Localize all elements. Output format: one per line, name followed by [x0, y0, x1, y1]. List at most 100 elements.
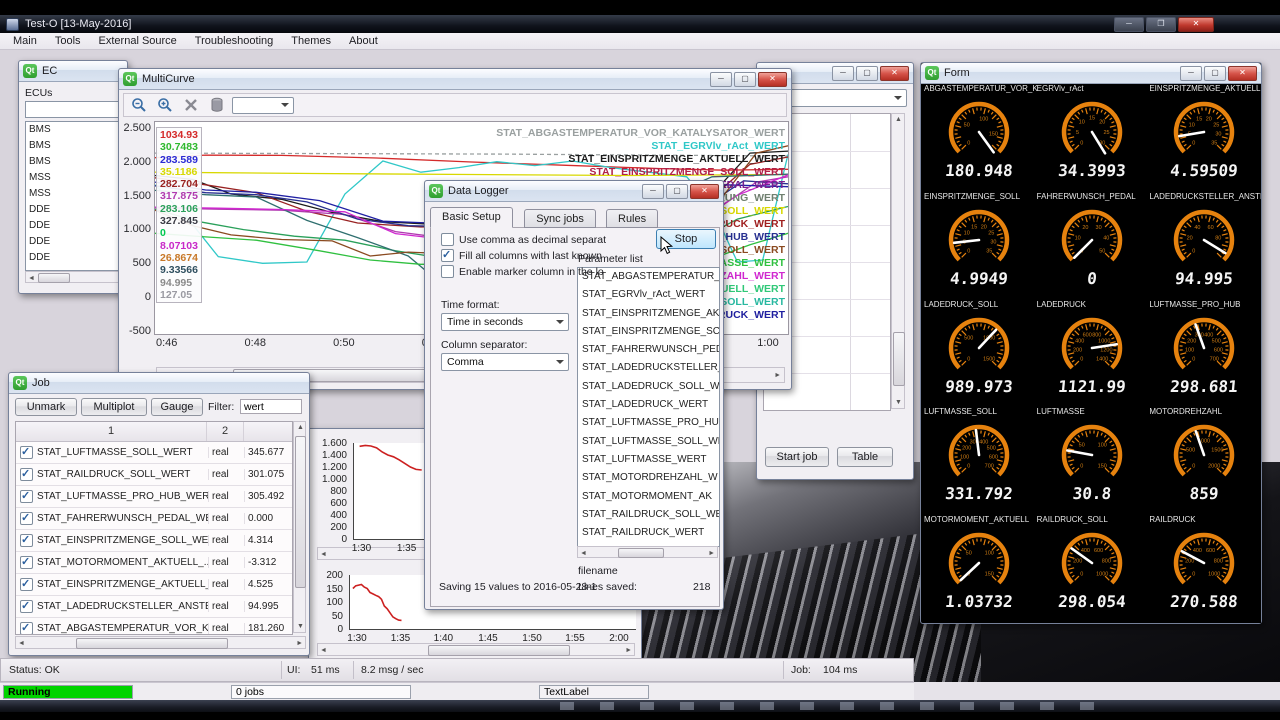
row-checkbox[interactable] [20, 534, 33, 547]
scroll-left-icon[interactable]: ◄ [320, 647, 327, 654]
gauge-button[interactable]: Gauge [151, 398, 203, 416]
parameter-item[interactable]: STAT_MOTORMOMENT_AK [578, 488, 719, 506]
maximize-button[interactable]: ▢ [856, 66, 878, 81]
parameter-item[interactable]: STAT_RAILDRUCK_WERT [578, 524, 719, 542]
scroll-right-icon[interactable]: ► [708, 550, 715, 557]
parameter-item[interactable]: STAT_EINSPRITZMENGE_SC [578, 323, 719, 341]
row-checkbox[interactable] [20, 512, 33, 525]
maximize-button[interactable]: ▢ [666, 184, 688, 199]
ecu-list-item[interactable]: BMS [26, 122, 122, 138]
taskbar-icons[interactable] [560, 702, 1120, 710]
multiplot-button[interactable]: Multiplot [81, 398, 147, 416]
zoom-out-icon[interactable] [128, 95, 150, 115]
row-checkbox[interactable] [20, 556, 33, 569]
close-button[interactable]: ✕ [1178, 17, 1214, 32]
delete-curve-icon[interactable] [180, 95, 202, 115]
close-button[interactable]: ✕ [1228, 66, 1257, 81]
menu-external-source[interactable]: External Source [90, 34, 186, 48]
tab-basic-setup[interactable]: Basic Setup [430, 207, 513, 228]
ecu-list-item[interactable]: DDE [26, 250, 122, 266]
table-row[interactable]: STAT_RAILDRUCK_SOLL_WERTreal301.075 [16, 464, 292, 486]
menu-troubleshooting[interactable]: Troubleshooting [186, 34, 282, 48]
menu-about[interactable]: About [340, 34, 387, 48]
row-checkbox[interactable] [20, 446, 33, 459]
menu-tools[interactable]: Tools [46, 34, 90, 48]
table-row[interactable]: STAT_EINSPRITZMENGE_SOLL_WERTreal4.314 [16, 530, 292, 552]
parameter-item[interactable]: STAT_LUFTMASSE_PRO_HU [578, 414, 719, 432]
row-checkbox[interactable] [20, 578, 33, 591]
minimize-button[interactable]: ─ [1114, 17, 1144, 32]
start-job-button[interactable]: Start job [765, 447, 829, 467]
scroll-left-icon[interactable]: ◄ [28, 275, 35, 282]
parameter-item[interactable]: STAT_LADEDRUCKSTELLER_ [578, 359, 719, 377]
maximize-button[interactable]: ▢ [1204, 66, 1226, 81]
scroll-left-icon[interactable]: ◄ [320, 551, 327, 558]
minimize-button[interactable]: ─ [1180, 66, 1202, 81]
tab-rules[interactable]: Rules [606, 209, 658, 228]
row-checkbox[interactable] [20, 468, 33, 481]
scroll-right-icon[interactable]: ► [774, 372, 781, 379]
table-row[interactable]: STAT_LUFTMASSE_SOLL_WERTreal345.677 [16, 442, 292, 464]
scroll-right-icon[interactable]: ► [296, 640, 303, 647]
column-separator-select[interactable]: Comma [441, 353, 569, 371]
minimize-button[interactable]: ─ [642, 184, 664, 199]
job-hscrollbar[interactable]: ◄ ► [15, 636, 306, 649]
variable-vscrollbar[interactable]: ▲ ▼ [891, 113, 905, 409]
column-header-3[interactable] [243, 422, 292, 441]
data-logger-dialog[interactable]: Qt Data Logger ─ ▢ ✕ Stop Time format: T… [424, 180, 724, 610]
ecu-list-item[interactable]: DDE [26, 202, 122, 218]
checkbox[interactable] [441, 265, 454, 278]
menu-main[interactable]: Main [4, 34, 46, 48]
unmark-button[interactable]: Unmark [15, 398, 77, 416]
table-row[interactable]: STAT_FAHRERWUNSCH_PEDAL_WERTreal0.000 [16, 508, 292, 530]
ecu-list-item[interactable]: DDE [26, 218, 122, 234]
time-format-select[interactable]: Time in seconds [441, 313, 569, 331]
maximize-button[interactable]: ▢ [734, 72, 756, 87]
scroll-left-icon[interactable]: ◄ [580, 550, 587, 557]
close-button[interactable]: ✕ [880, 66, 909, 81]
ecu-hscrollbar[interactable]: ◄ [25, 271, 121, 283]
plot-b-hscrollbar[interactable]: ◄ ► [317, 643, 635, 656]
table-row[interactable]: STAT_LUFTMASSE_PRO_HUB_WERTreal305.492 [16, 486, 292, 508]
job-vscrollbar[interactable]: ▲ ▼ [293, 421, 306, 633]
ecu-list-item[interactable]: BMS [26, 154, 122, 170]
ecu-list[interactable]: BMSBMSBMSMSSMSSDDEDDEDDEDDE [25, 121, 123, 271]
form-window[interactable]: Qt Form ─ ▢ ✕ ABGASTEMPERATUR_VOR_K05010… [920, 62, 1262, 624]
column-header-2[interactable]: 2 [206, 422, 243, 441]
minimize-button[interactable]: ─ [832, 66, 854, 81]
option-row[interactable]: Fill all columns with last known [441, 249, 602, 262]
parameter-item[interactable]: STAT_EINSPRITZMENGE_AK [578, 305, 719, 323]
ecu-list-item[interactable]: MSS [26, 186, 122, 202]
scroll-right-icon[interactable]: ► [625, 647, 632, 654]
parameter-item[interactable]: STAT_EGRVlv_rAct_WERT [578, 286, 719, 304]
clear-icon[interactable] [206, 95, 228, 115]
row-checkbox[interactable] [20, 622, 33, 635]
ecu-filter-field[interactable] [25, 101, 123, 118]
scroll-left-icon[interactable]: ◄ [18, 640, 25, 647]
parameter-item[interactable]: STAT_MOTORDREHZAHL_W [578, 469, 719, 487]
table-row[interactable]: STAT_ABGASTEMPERATUR_VOR_KA...real181.26… [16, 618, 292, 635]
close-button[interactable]: ✕ [690, 184, 719, 199]
row-checkbox[interactable] [20, 490, 33, 503]
scroll-down-icon[interactable]: ▼ [895, 399, 902, 406]
tab-sync-jobs[interactable]: Sync jobs [524, 209, 596, 228]
zoom-in-icon[interactable] [154, 95, 176, 115]
job-table[interactable]: 1 2 STAT_LUFTMASSE_SOLL_WERTreal345.677S… [15, 421, 293, 635]
job-window[interactable]: Qt Job Unmark Multiplot Gauge Filter: we… [8, 372, 310, 656]
column-header-1[interactable]: 1 [16, 422, 206, 441]
main-titlebar[interactable]: Test-O [13-May-2016] ─ ❐ ✕ [0, 15, 1280, 33]
row-checkbox[interactable] [20, 600, 33, 613]
ecu-list-item[interactable]: DDE [26, 234, 122, 250]
filter-input[interactable]: wert [240, 399, 302, 414]
close-button[interactable]: ✕ [758, 72, 787, 87]
table-row[interactable]: STAT_LADEDRUCKSTELLER_ANSTE...real94.995 [16, 596, 292, 618]
option-row[interactable]: Use comma as decimal separat [441, 233, 606, 246]
scroll-down-icon[interactable]: ▼ [297, 623, 304, 630]
checkbox[interactable] [441, 249, 454, 262]
table-button[interactable]: Table [837, 447, 893, 467]
parameter-list[interactable]: STAT_ABGASTEMPERATUR_STAT_EGRVlv_rAct_WE… [577, 267, 720, 547]
ecu-window[interactable]: Qt EC ECUs BMSBMSBMSMSSMSSDDEDDEDDEDDE ◄ [18, 60, 128, 294]
parameter-item[interactable]: STAT_LADEDRUCK_SOLL_W [578, 378, 719, 396]
ecu-list-item[interactable]: BMS [26, 138, 122, 154]
parameter-hscrollbar[interactable]: ◄ ► [577, 546, 718, 558]
